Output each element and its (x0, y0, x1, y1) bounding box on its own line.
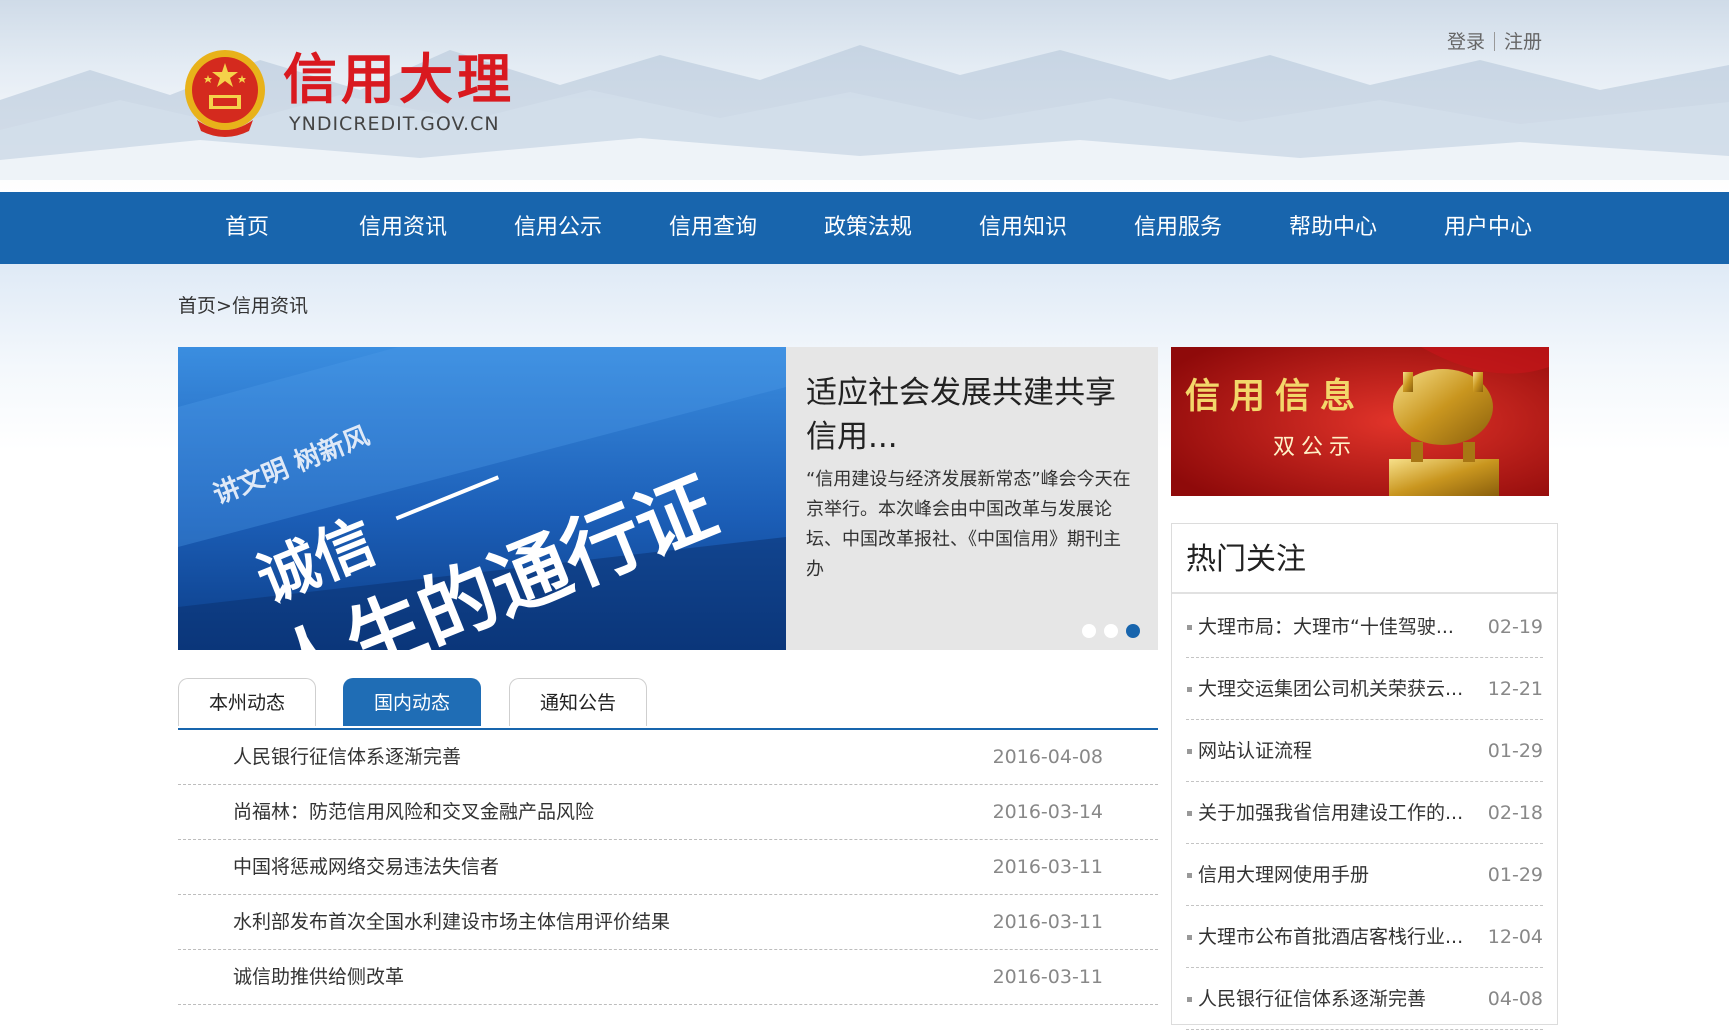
hot-topic-title[interactable]: 大理市局：大理市“十佳驾驶... (1198, 615, 1454, 639)
bullet-icon (1187, 625, 1192, 630)
site-title[interactable]: 信用大理 (283, 50, 515, 110)
news-date: 2016-03-11 (992, 911, 1103, 933)
bullet-icon (1187, 873, 1192, 878)
hot-topics-title: 热门关注 (1172, 524, 1557, 594)
news-slider: 讲文明 树新风 诚信 人生的通行证 适应社会发展共建共享信用... “信用建设与… (178, 347, 1158, 650)
slider-summary: “信用建设与经济发展新常态”峰会今天在京举行。本次峰会由中国改革与发展论坛、中国… (806, 469, 1131, 580)
national-emblem-icon (185, 50, 265, 137)
slider-dot-2[interactable] (1104, 624, 1118, 638)
main-nav: 首页 信用资讯 信用公示 信用查询 政策法规 信用知识 信用服务 帮助中心 用户… (0, 192, 1729, 264)
slider-dot-3-active[interactable] (1126, 624, 1140, 638)
site-domain: YNDICREDIT.GOV.CN (289, 113, 500, 135)
slider-headline[interactable]: 适应社会发展共建共享信用... (806, 371, 1126, 459)
breadcrumb-current: 信用资讯 (231, 295, 308, 317)
news-row[interactable]: 中国将惩戒网络交易违法失信者 2016-03-11 (178, 840, 1158, 895)
site-header: 信用大理 YNDICREDIT.GOV.CN 登录 注册 (0, 0, 1729, 192)
hot-topic-title[interactable]: 人民银行征信体系逐渐完善 (1198, 987, 1426, 1011)
nav-item-credit-knowledge[interactable]: 信用知识 (963, 192, 1083, 264)
hot-topic-item[interactable]: 关于加强我省信用建设工作的... 02-18 (1172, 782, 1557, 844)
slider-dots (1082, 623, 1148, 642)
hot-topic-item[interactable]: 网站认证流程 01-29 (1172, 720, 1557, 782)
nav-item-policy[interactable]: 政策法规 (808, 192, 928, 264)
credit-info-banner[interactable]: 信用信息 双公示 (1171, 347, 1549, 496)
hot-topic-date: 02-19 (1487, 616, 1543, 638)
credit-info-banner-graphic (1171, 347, 1549, 496)
bullet-icon (1187, 811, 1192, 816)
tab-domestic-news[interactable]: 国内动态 (343, 678, 481, 726)
tab-local-news[interactable]: 本州动态 (178, 678, 316, 726)
news-date: 2016-03-14 (992, 801, 1103, 823)
news-date: 2016-03-11 (992, 966, 1103, 988)
news-row[interactable]: 水利部发布首次全国水利建设市场主体信用评价结果 2016-03-11 (178, 895, 1158, 950)
bullet-icon (1187, 749, 1192, 754)
hot-topic-date: 01-29 (1487, 740, 1543, 762)
tab-notices[interactable]: 通知公告 (509, 678, 647, 726)
news-date: 2016-04-08 (992, 746, 1103, 768)
nav-item-credit-news[interactable]: 信用资讯 (343, 192, 463, 264)
news-title[interactable]: 尚福林：防范信用风险和交叉金融产品风险 (233, 800, 594, 824)
bullet-icon (1187, 687, 1192, 692)
hot-topic-title[interactable]: 信用大理网使用手册 (1198, 863, 1369, 887)
news-row[interactable]: 尚福林：防范信用风险和交叉金融产品风险 2016-03-14 (178, 785, 1158, 840)
hot-topic-title[interactable]: 网站认证流程 (1198, 739, 1312, 763)
bullet-icon (1187, 997, 1192, 1002)
news-row[interactable]: 诚信助推供给侧改革 2016-03-11 (178, 950, 1158, 1005)
register-link[interactable]: 注册 (1504, 31, 1542, 53)
slider-image-graphic: 讲文明 树新风 诚信 人生的通行证 (178, 347, 786, 650)
user-links: 登录 注册 (1447, 30, 1542, 54)
news-title[interactable]: 水利部发布首次全国水利建设市场主体信用评价结果 (233, 910, 670, 934)
credit-info-banner-title: 信用信息 (1185, 376, 1366, 417)
nav-item-help-center[interactable]: 帮助中心 (1273, 192, 1393, 264)
news-date: 2016-03-11 (992, 856, 1103, 878)
hot-topic-item[interactable]: 信用大理网使用手册 01-29 (1172, 844, 1557, 906)
breadcrumb-home[interactable]: 首页 (178, 295, 216, 317)
hot-topic-item[interactable]: 大理市局：大理市“十佳驾驶... 02-19 (1172, 596, 1557, 658)
login-link[interactable]: 登录 (1447, 31, 1485, 53)
hot-topic-item[interactable]: 大理交运集团公司机关荣获云... 12-21 (1172, 658, 1557, 720)
news-title[interactable]: 人民银行征信体系逐渐完善 (233, 745, 461, 769)
bullet-icon (1187, 935, 1192, 940)
news-list: 人民银行征信体系逐渐完善 2016-04-08 尚福林：防范信用风险和交叉金融产… (178, 730, 1158, 1005)
hot-topic-item[interactable]: 人民银行征信体系逐渐完善 04-08 (1172, 968, 1557, 1030)
hot-topic-date: 04-08 (1487, 988, 1543, 1010)
news-title[interactable]: 诚信助推供给侧改革 (233, 965, 404, 989)
divider (1494, 32, 1496, 51)
credit-info-banner-subtitle: 双公示 (1273, 435, 1358, 460)
nav-item-credit-public[interactable]: 信用公示 (498, 192, 618, 264)
nav-item-credit-service[interactable]: 信用服务 (1118, 192, 1238, 264)
hot-topics-list: 大理市局：大理市“十佳驾驶... 02-19 大理交运集团公司机关荣获云... … (1172, 596, 1557, 1030)
news-tabs: 本州动态 国内动态 通知公告 (178, 678, 1158, 730)
breadcrumb-separator: > (216, 295, 232, 317)
hot-topic-date: 12-04 (1487, 926, 1543, 948)
slider-dot-1[interactable] (1082, 624, 1096, 638)
hot-topic-title[interactable]: 大理市公布首批酒店客栈行业... (1198, 925, 1463, 949)
hot-topic-date: 01-29 (1487, 864, 1543, 886)
hot-topics-panel: 热门关注 大理市局：大理市“十佳驾驶... 02-19 大理交运集团公司机关荣获… (1171, 523, 1558, 1030)
slider-image[interactable]: 讲文明 树新风 诚信 人生的通行证 (178, 347, 786, 650)
hot-topic-date: 12-21 (1487, 678, 1543, 700)
breadcrumb: 首页>信用资讯 (178, 294, 308, 318)
hot-topic-date: 02-18 (1487, 802, 1543, 824)
news-row[interactable]: 人民银行征信体系逐渐完善 2016-04-08 (178, 730, 1158, 785)
hot-topic-item[interactable]: 大理市公布首批酒店客栈行业... 12-04 (1172, 906, 1557, 968)
nav-item-home[interactable]: 首页 (187, 192, 307, 264)
nav-item-user-center[interactable]: 用户中心 (1428, 192, 1548, 264)
hot-topic-title[interactable]: 关于加强我省信用建设工作的... (1198, 801, 1463, 825)
nav-item-credit-query[interactable]: 信用查询 (653, 192, 773, 264)
news-title[interactable]: 中国将惩戒网络交易违法失信者 (233, 855, 499, 879)
hot-topic-title[interactable]: 大理交运集团公司机关荣获云... (1198, 677, 1463, 701)
